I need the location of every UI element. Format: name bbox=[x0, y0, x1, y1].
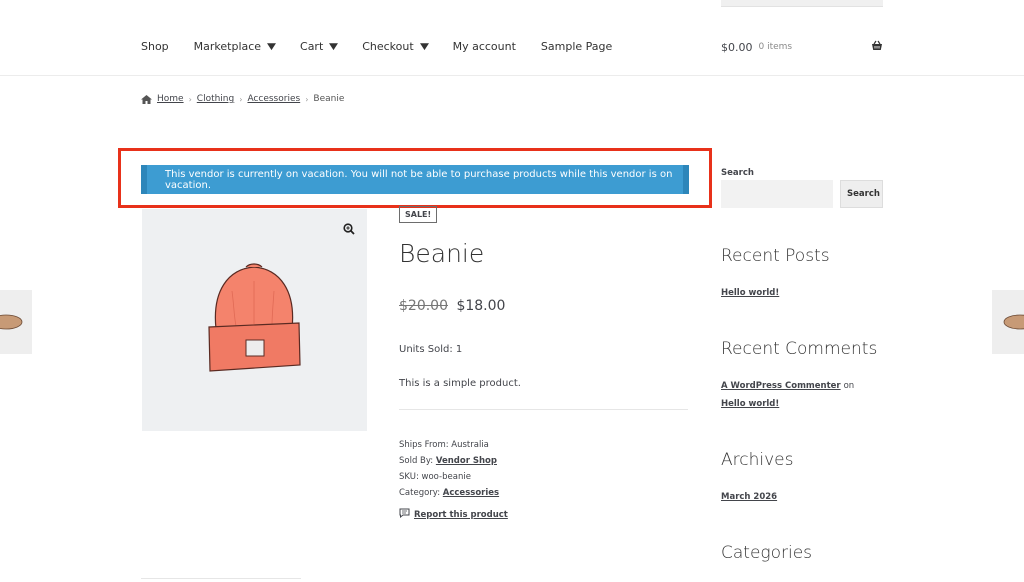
nav-item-marketplace[interactable]: Marketplace ▼ bbox=[194, 40, 277, 53]
report-icon bbox=[399, 508, 410, 521]
sold-by: Sold By: Vendor Shop bbox=[399, 456, 497, 466]
category-link[interactable]: Accessories bbox=[443, 488, 499, 498]
recent-posts-title: Recent Posts bbox=[721, 246, 830, 266]
cart-count: 0 items bbox=[758, 42, 793, 52]
sku: SKU: woo-beanie bbox=[399, 472, 471, 482]
nav-item-cart[interactable]: Cart ▼ bbox=[300, 40, 339, 53]
product-divider bbox=[399, 409, 688, 410]
header-cart[interactable]: $0.00 0 items bbox=[721, 40, 883, 54]
recent-comments-title: Recent Comments bbox=[721, 339, 878, 359]
search-input[interactable] bbox=[721, 180, 833, 208]
chevron-down-icon: ▼ bbox=[267, 41, 277, 52]
archive-link[interactable]: March 2026 bbox=[721, 492, 777, 502]
recent-post-link[interactable]: Hello world! bbox=[721, 288, 779, 298]
comment-post-link[interactable]: Hello world! bbox=[721, 399, 779, 409]
recent-comment-item: A WordPress Commenter on Hello world! bbox=[721, 381, 855, 409]
vendor-link[interactable]: Vendor Shop bbox=[436, 456, 497, 466]
report-product[interactable]: Report this product bbox=[399, 508, 508, 521]
breadcrumb-separator: › bbox=[188, 94, 192, 104]
breadcrumb: Home › Clothing › Accessories › Beanie bbox=[141, 94, 344, 104]
cart-total: $0.00 bbox=[721, 40, 753, 54]
home-icon bbox=[141, 94, 152, 104]
breadcrumb-accessories[interactable]: Accessories bbox=[247, 94, 300, 104]
product-meta: Ships From: Australia Sold By: Vendor Sh… bbox=[399, 437, 499, 501]
units-sold: Units Sold: 1 bbox=[399, 344, 463, 355]
report-product-link[interactable]: Report this product bbox=[414, 510, 508, 520]
commenter-link[interactable]: A WordPress Commenter bbox=[721, 381, 841, 391]
ships-from: Ships From: Australia bbox=[399, 440, 489, 450]
zoom-icon[interactable] bbox=[343, 220, 355, 239]
categories-title: Categories bbox=[721, 543, 813, 563]
recent-post-item: Hello world! bbox=[721, 284, 881, 302]
footer-divider bbox=[141, 578, 301, 579]
sale-price: $18.00 bbox=[456, 298, 506, 314]
product-title: Beanie bbox=[399, 239, 485, 268]
breadcrumb-clothing[interactable]: Clothing bbox=[197, 94, 234, 104]
breadcrumb-current: Beanie bbox=[313, 94, 345, 104]
nav-item-my-account[interactable]: My account bbox=[453, 40, 516, 53]
archive-item: March 2026 bbox=[721, 488, 881, 506]
breadcrumb-home[interactable]: Home bbox=[157, 94, 184, 104]
next-product-thumbnail[interactable] bbox=[992, 290, 1024, 354]
header-divider bbox=[0, 75, 1024, 76]
product-price: $20.00 $18.00 bbox=[399, 298, 505, 314]
search-button[interactable]: Search bbox=[840, 180, 883, 208]
highlight-box bbox=[118, 148, 712, 208]
product-description: This is a simple product. bbox=[399, 378, 521, 389]
top-search-strip bbox=[721, 0, 883, 7]
archives-title: Archives bbox=[721, 450, 794, 470]
search-label: Search bbox=[721, 168, 754, 178]
sale-badge: SALE! bbox=[399, 206, 438, 223]
category: Category: Accessories bbox=[399, 488, 500, 498]
nav-item-sample-page[interactable]: Sample Page bbox=[541, 40, 612, 53]
previous-product-thumbnail[interactable] bbox=[0, 290, 32, 354]
main-nav: Shop Marketplace ▼ Cart ▼ Checkout ▼ My acc… bbox=[141, 40, 637, 53]
nav-item-checkout[interactable]: Checkout ▼ bbox=[362, 40, 429, 53]
nav-item-shop[interactable]: Shop bbox=[141, 40, 169, 53]
chevron-down-icon: ▼ bbox=[329, 41, 339, 52]
breadcrumb-separator: › bbox=[305, 94, 309, 104]
chevron-down-icon: ▼ bbox=[419, 41, 429, 52]
basket-icon[interactable] bbox=[871, 40, 883, 54]
beanie-illustration bbox=[208, 263, 301, 372]
product-image[interactable] bbox=[142, 209, 367, 431]
old-price: $20.00 bbox=[399, 298, 448, 314]
breadcrumb-separator: › bbox=[239, 94, 243, 104]
